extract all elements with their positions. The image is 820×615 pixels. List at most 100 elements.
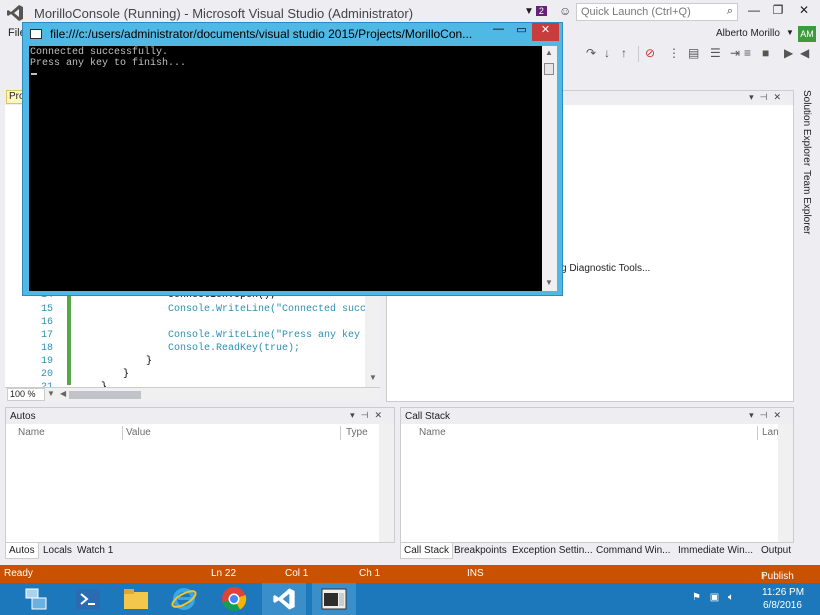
align-icon[interactable]: ☰ xyxy=(710,46,721,60)
window-title: MorilloConsole (Running) - Microsoft Vis… xyxy=(34,6,414,21)
step-into-icon[interactable]: ↓ xyxy=(604,46,610,60)
column-separator[interactable] xyxy=(122,426,123,440)
next-bookmark-icon[interactable]: ▶ xyxy=(784,46,793,60)
column-header[interactable]: Name xyxy=(18,427,45,438)
console-output[interactable]: Connected successfully. Press any key to… xyxy=(29,46,557,291)
status-bar: Ready Ln 22 Col 1 Ch 1 INS ↑ Publish xyxy=(0,565,820,583)
column-header[interactable]: Name xyxy=(419,427,446,438)
panel-title: Autos xyxy=(10,411,36,422)
comment-icon[interactable]: ≡ xyxy=(744,46,751,60)
clock-date[interactable]: 6/8/2016 xyxy=(763,600,802,611)
volume-icon[interactable]: 🔈︎ xyxy=(728,592,734,603)
panel-header: Call Stack ▾⊣✕ xyxy=(401,408,793,424)
hex-icon[interactable]: ⋮ xyxy=(668,46,680,60)
console-scrollbar[interactable]: ▲ ▼ xyxy=(542,46,557,291)
console-window-icon[interactable] xyxy=(312,583,356,615)
tab-output[interactable]: Output xyxy=(758,543,794,559)
tab-call-stack[interactable]: Call Stack xyxy=(400,543,454,559)
chevron-down-icon[interactable]: ▼ xyxy=(47,389,55,398)
avatar[interactable]: AM xyxy=(798,26,816,42)
chrome-icon[interactable] xyxy=(212,583,256,615)
autos-panel: Autos ▾⊣✕ Name Value Type xyxy=(5,407,395,543)
autos-tab-row: Autos Locals Watch 1 xyxy=(5,543,395,559)
bookmark-icon[interactable]: ▤ xyxy=(688,46,699,60)
side-tab-strip: Solution Explorer Team Explorer xyxy=(797,88,819,408)
scroll-down-icon[interactable]: ▼ xyxy=(545,278,553,287)
console-minimize-button[interactable]: — xyxy=(487,23,510,41)
diagnostics-text: g Diagnostic Tools... xyxy=(561,263,651,274)
panel-controls[interactable]: ▾⊣✕ xyxy=(350,410,388,421)
status-line: Ln 22 xyxy=(211,568,237,579)
indent-icon[interactable]: ⇥ xyxy=(730,46,740,60)
tab-team-explorer[interactable]: Team Explorer xyxy=(801,170,812,234)
console-line: Connected successfully. xyxy=(30,47,169,58)
code-line: 17 Console.WriteLine("Press any key to xyxy=(40,330,379,341)
internet-explorer-icon[interactable] xyxy=(162,583,206,615)
console-line: Press any key to finish... xyxy=(30,58,187,69)
bookmark-flag-icon[interactable]: ■ xyxy=(762,46,769,60)
scroll-down-icon[interactable]: ▼ xyxy=(369,373,377,382)
system-tray: ⚑ ▣ 🔈︎ xyxy=(692,592,734,603)
step-over-icon[interactable]: ↷ xyxy=(586,46,596,60)
console-icon xyxy=(30,29,42,39)
separator xyxy=(638,46,639,62)
prev-bookmark-icon[interactable]: ◀ xyxy=(800,46,809,60)
network-icon[interactable]: ⚑ xyxy=(692,592,701,603)
scroll-left-icon[interactable]: ◀ xyxy=(60,389,66,398)
status-char: Ch 1 xyxy=(359,568,381,579)
notification-badge: 2 xyxy=(535,6,547,16)
panel-header: Autos ▾⊣✕ xyxy=(6,408,394,424)
user-name[interactable]: Alberto Morillo xyxy=(716,28,780,39)
column-separator[interactable] xyxy=(757,426,758,440)
code-line: 20} xyxy=(40,369,130,380)
search-icon: ⌕ xyxy=(726,5,733,17)
console-title: file:///c:/users/administrator/documents… xyxy=(50,27,473,41)
powershell-icon[interactable] xyxy=(66,583,110,615)
notifications-button[interactable]: ▼ 2 xyxy=(524,6,547,17)
code-line: 19} xyxy=(40,356,153,367)
close-button[interactable]: ✕ xyxy=(793,3,815,21)
text-cursor xyxy=(31,73,37,75)
clock-time[interactable]: 11:26 PM xyxy=(762,587,804,598)
status-column: Col 1 xyxy=(285,568,309,579)
column-header[interactable]: Type xyxy=(346,427,368,438)
file-explorer-icon[interactable] xyxy=(114,583,158,615)
tab-immediate-window[interactable]: Immediate Win... xyxy=(675,543,756,559)
feedback-icon[interactable]: ☺ xyxy=(559,4,571,18)
console-close-button[interactable]: ✕ xyxy=(532,23,559,41)
breakpoint-icon[interactable]: ⊘ xyxy=(645,46,655,60)
action-center-icon[interactable]: ▣ xyxy=(710,592,719,603)
console-maximize-button[interactable]: ▭ xyxy=(510,23,533,41)
minimize-button[interactable]: — xyxy=(743,3,765,21)
panel-controls[interactable]: ▾⊣✕ xyxy=(749,410,787,421)
restore-button[interactable]: ❐ xyxy=(767,3,789,21)
tab-watch-1[interactable]: Watch 1 xyxy=(74,543,116,559)
tab-autos[interactable]: Autos xyxy=(5,543,39,559)
visual-studio-logo-icon xyxy=(7,5,23,21)
status-text: Ready xyxy=(4,568,33,579)
chevron-down-icon[interactable]: ▼ xyxy=(786,28,794,37)
console-window[interactable]: file:///c:/users/administrator/documents… xyxy=(22,22,563,296)
debug-tab-row: Call Stack Breakpoints Exception Settin.… xyxy=(400,543,794,559)
zoom-select[interactable]: 100 % xyxy=(7,388,45,401)
step-out-icon[interactable]: ↑ xyxy=(621,46,627,60)
taskbar: ⚑ ▣ 🔈︎ xyxy=(0,583,820,615)
tab-locals[interactable]: Locals xyxy=(40,543,75,559)
tab-command-window[interactable]: Command Win... xyxy=(593,543,673,559)
panel-controls[interactable]: ▾⊣✕ xyxy=(749,92,787,103)
vertical-scrollbar[interactable] xyxy=(379,424,394,542)
visual-studio-icon[interactable] xyxy=(262,583,306,615)
horizontal-scroll-thumb[interactable] xyxy=(69,391,141,399)
tab-solution-explorer[interactable]: Solution Explorer xyxy=(801,90,812,166)
quick-launch-input[interactable]: Quick Launch (Ctrl+Q) ⌕ xyxy=(576,3,738,21)
scroll-thumb[interactable] xyxy=(544,63,554,75)
column-header[interactable]: Value xyxy=(126,427,151,438)
scroll-up-icon[interactable]: ▲ xyxy=(545,48,553,57)
tab-breakpoints[interactable]: Breakpoints xyxy=(451,543,510,559)
tab-exception-settings[interactable]: Exception Settin... xyxy=(509,543,596,559)
panel-title: Call Stack xyxy=(405,411,451,422)
editor-footer: 100 % ▼ ◀ xyxy=(5,387,380,401)
server-manager-icon[interactable] xyxy=(14,583,58,615)
column-separator[interactable] xyxy=(340,426,341,440)
vertical-scrollbar[interactable] xyxy=(778,424,793,542)
